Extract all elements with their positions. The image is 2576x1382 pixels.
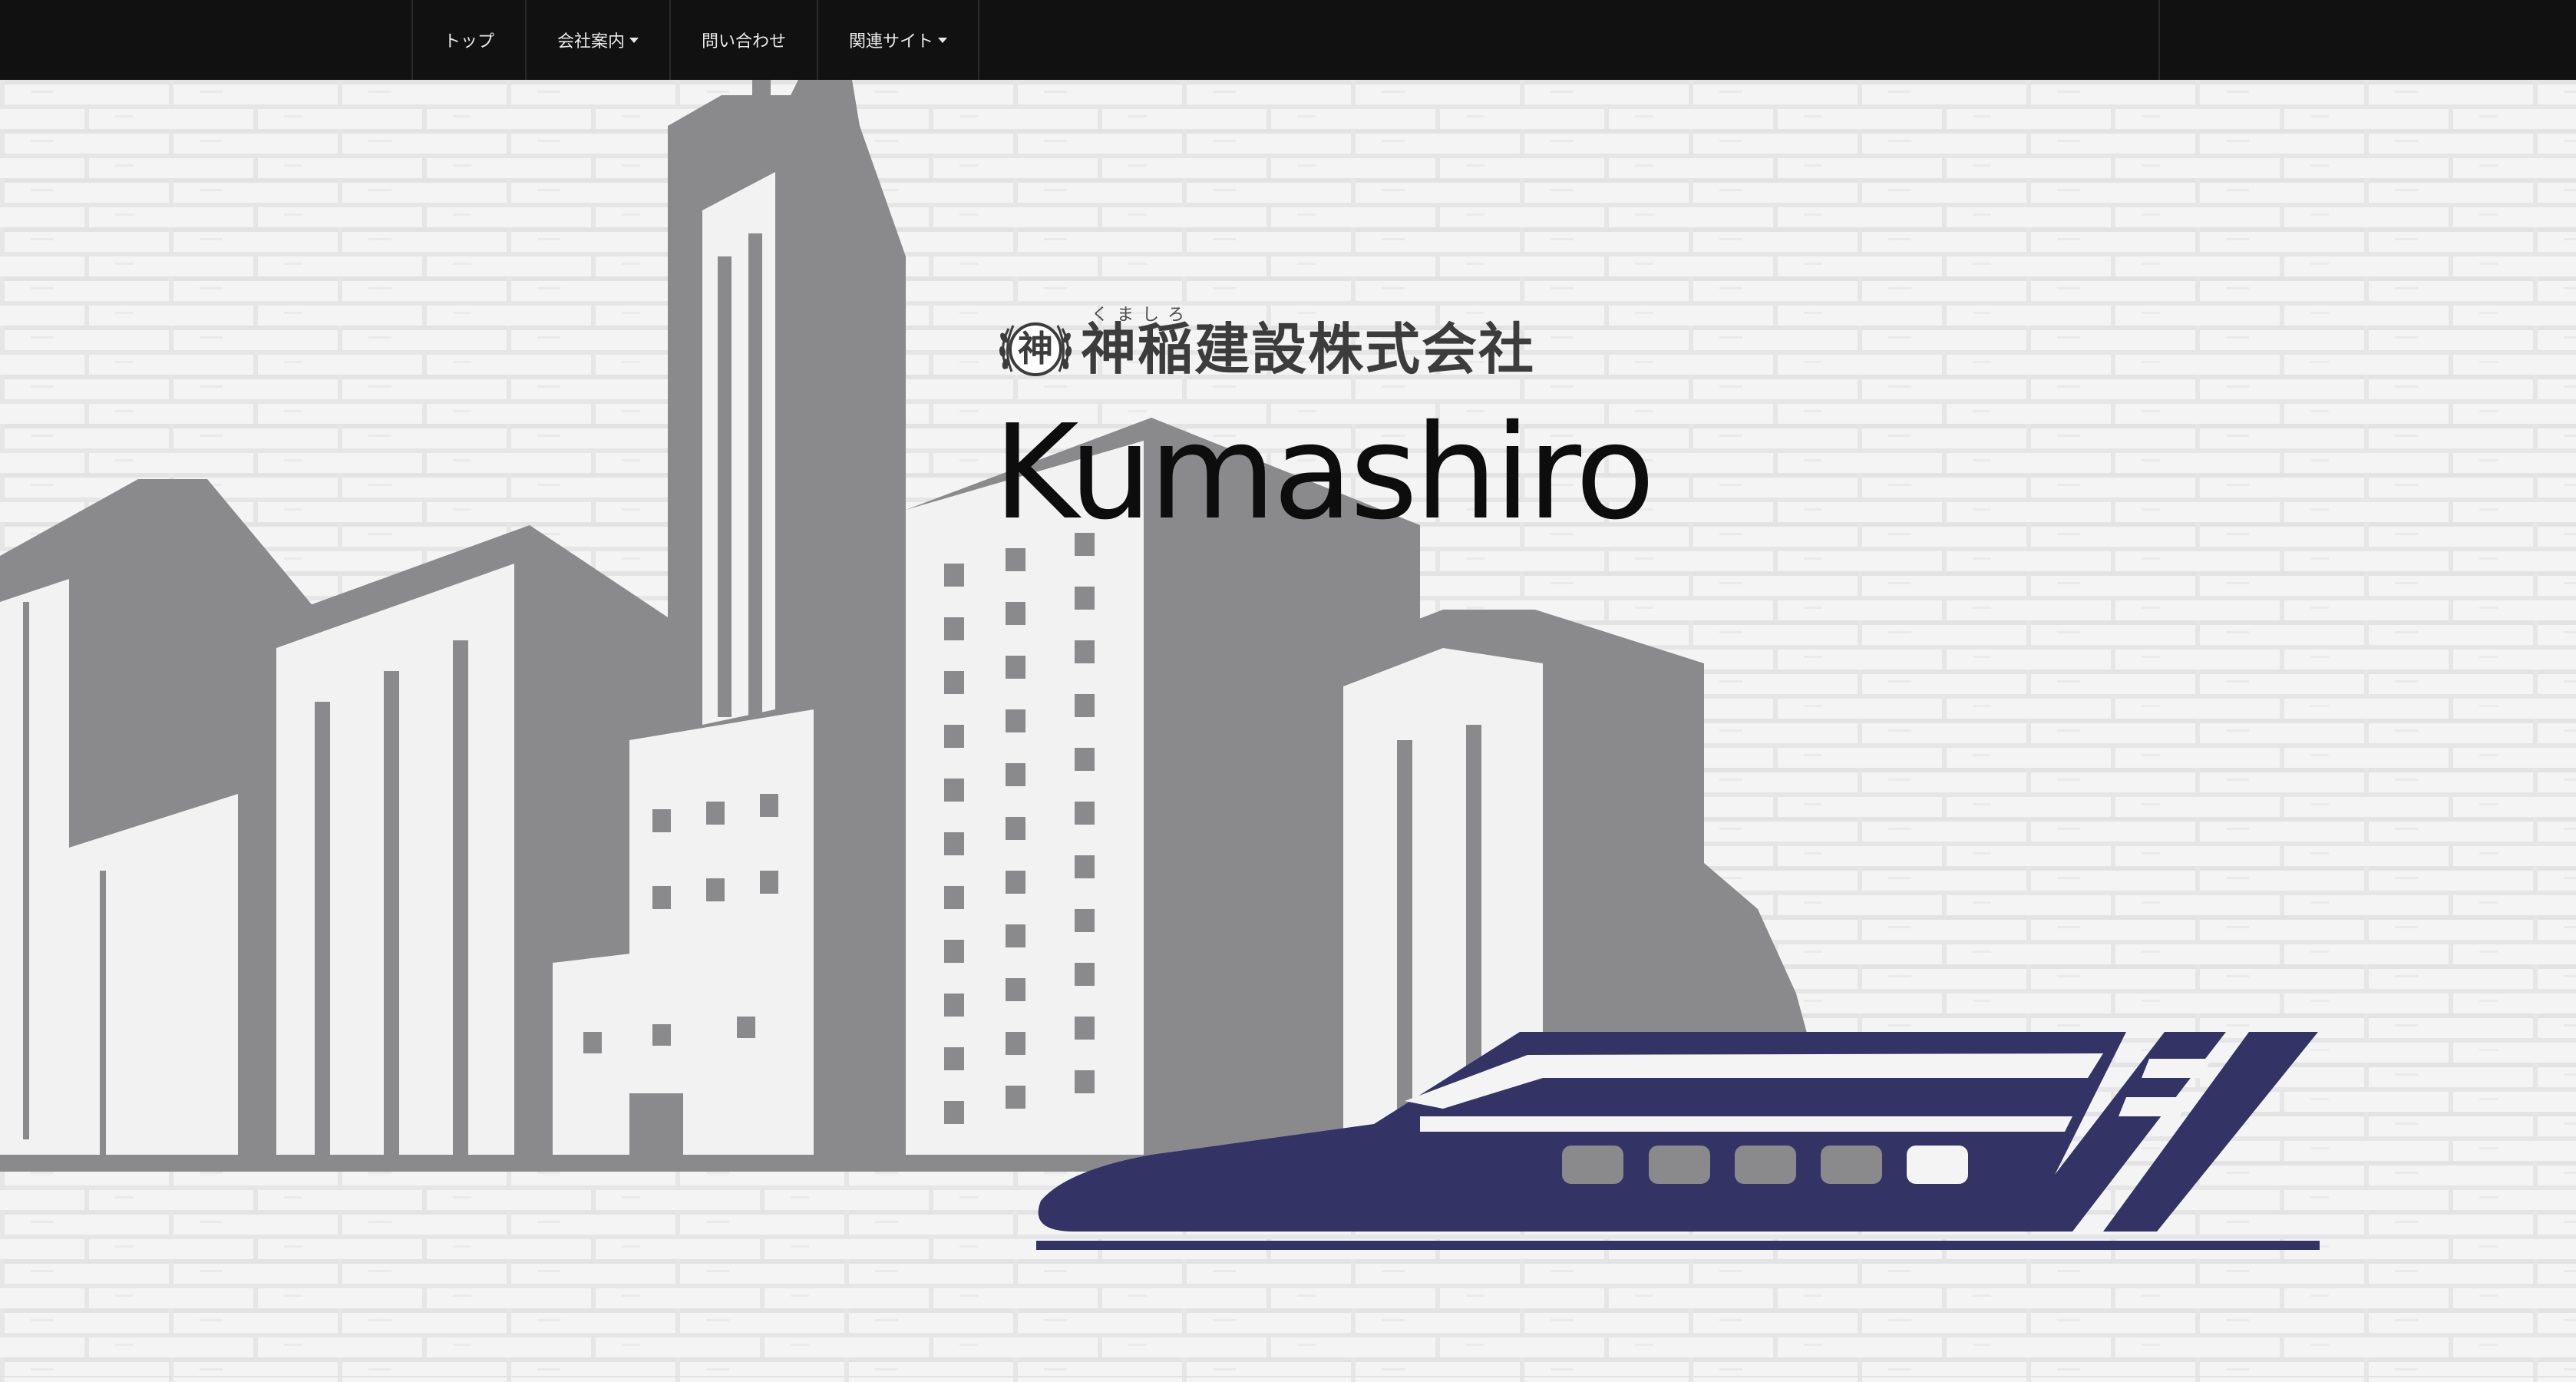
- nav-item-top[interactable]: トップ: [413, 0, 527, 80]
- caret-down-icon: [938, 37, 948, 43]
- top-navbar: トップ 会社案内 問い合わせ 関連サイト: [0, 0, 2576, 80]
- caret-down-icon: [629, 37, 639, 43]
- nav-item-label: 問い合わせ: [702, 32, 787, 51]
- nav-item-label: 会社案内: [557, 32, 626, 51]
- city-train-illustration: [0, 80, 2576, 1382]
- nav-item-label: 関連サイト: [849, 32, 934, 51]
- nav-item-company-info[interactable]: 会社案内: [527, 0, 672, 80]
- nav-item-label: トップ: [444, 32, 495, 51]
- site-title[interactable]: Kumashiro: [993, 396, 1655, 550]
- nav-menu: トップ 会社案内 問い合わせ 関連サイト: [411, 0, 2160, 80]
- company-emblem-icon: 神: [993, 315, 1078, 384]
- company-logo: 神 神稲建設株式会社: [993, 315, 1535, 384]
- nav-item-contact[interactable]: 問い合わせ: [671, 0, 819, 80]
- nav-item-related-sites[interactable]: 関連サイト: [818, 0, 980, 80]
- emblem-character: 神: [1018, 328, 1053, 369]
- company-name: 神稲建設株式会社: [1081, 317, 1536, 382]
- hero-banner: くましろ 神 神稲建設株式会社 Kumashiro: [0, 80, 2576, 1382]
- page: トップ 会社案内 問い合わせ 関連サイト くましろ 神 神稲建設株式会社 Kum…: [0, 0, 2576, 1382]
